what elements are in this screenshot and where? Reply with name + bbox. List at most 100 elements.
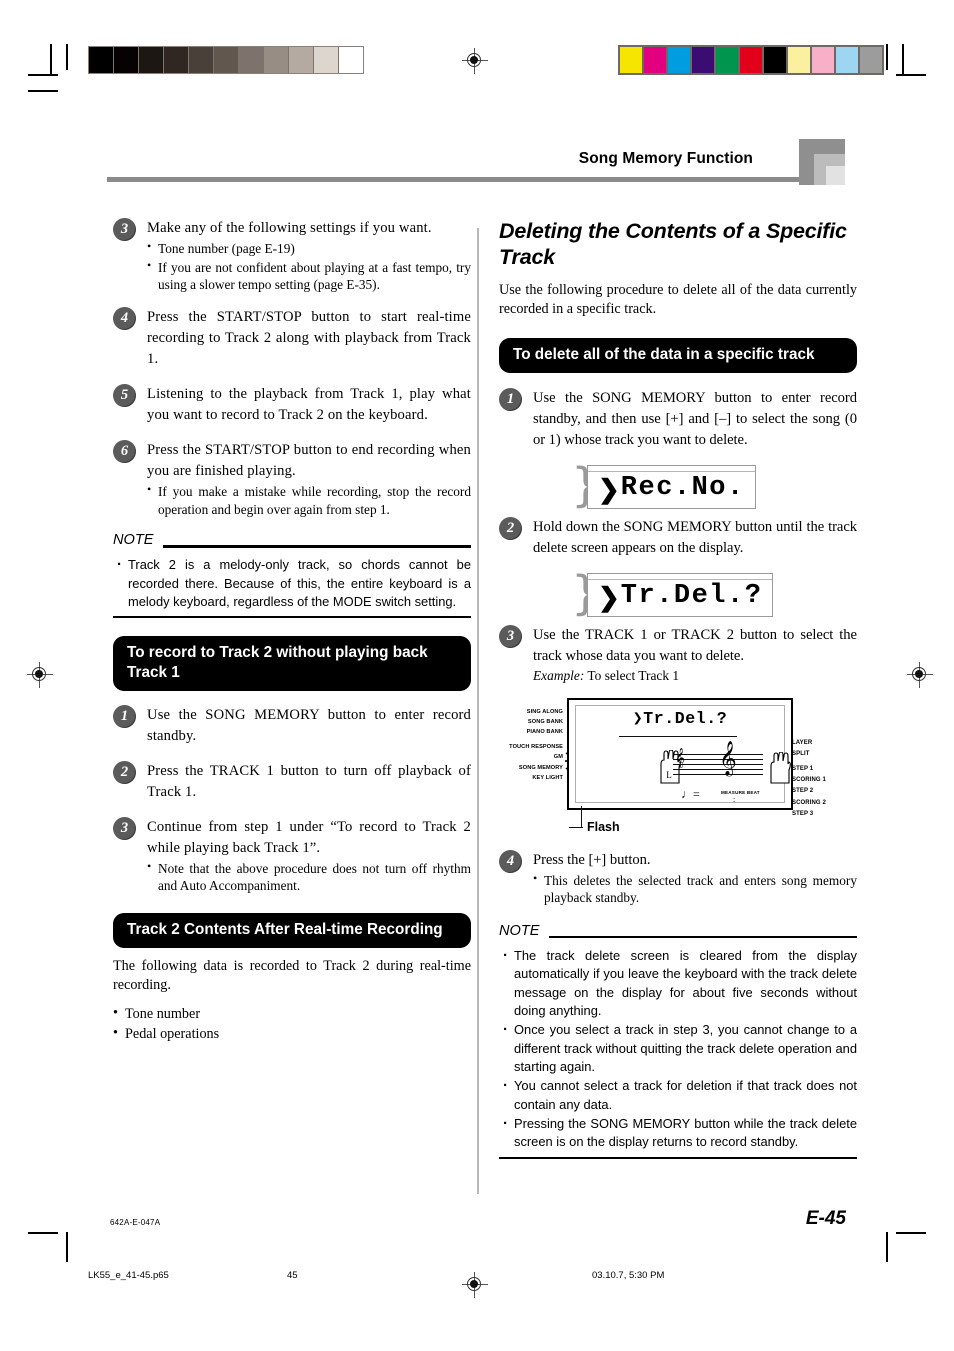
step-text: Use the SONG MEMORY button to enter reco… <box>147 706 471 744</box>
column-divider <box>477 228 479 1194</box>
color-swatch <box>860 47 882 73</box>
sub-item: If you are not confident about playing a… <box>147 258 471 294</box>
hand-label: L <box>666 770 672 780</box>
step-text: Hold down the SONG MEMORY button until t… <box>533 518 857 556</box>
gray-swatch <box>264 47 289 73</box>
gray-swatch <box>339 47 363 73</box>
step-sublist: Tone number (page E-19) If you are not c… <box>147 239 471 294</box>
color-swatch <box>716 47 738 73</box>
left-column: 3 Make any of the following settings if … <box>113 218 471 1045</box>
lcd-cursor-icon: ❯ <box>598 473 620 504</box>
step-text: Make any of the following settings if yo… <box>147 220 432 236</box>
section-intro: Use the following procedure to delete al… <box>499 281 857 318</box>
footer-page-number: E-45 <box>805 1208 846 1229</box>
panel-right-labels: LAYER SPLIT STEP 1 SCORING 1 STEP 2 SCOR… <box>792 738 852 821</box>
footer-file-name: LK55_e_41-45.p65 <box>88 1270 169 1281</box>
registration-mark-left <box>27 662 53 688</box>
step-number: 1 <box>499 387 522 411</box>
lcd-cursor-icon: ❯ <box>598 581 620 612</box>
panel-lcd-underline <box>619 735 737 738</box>
metronome-icon: ♩= <box>681 786 700 801</box>
note-header: NOTE <box>113 532 471 551</box>
note-header-line <box>549 936 857 939</box>
step-item: 2 Press the TRACK 1 button to turn off p… <box>113 760 471 803</box>
color-swatch <box>692 47 714 73</box>
registration-mark-bottom <box>462 1272 488 1298</box>
section-heading-track2-contents: Track 2 Contents After Real-time Recordi… <box>113 912 471 948</box>
header-rule <box>107 177 807 182</box>
page-title: Song Memory Function <box>578 150 753 167</box>
panel-label: SING ALONG <box>526 708 563 715</box>
right-hand-icon <box>770 751 791 784</box>
example-text: To select Track 1 <box>587 667 680 683</box>
panel-left-labels: SING ALONG SONG BANK PIANO BANK TOUCH RE… <box>499 707 563 783</box>
color-swatch <box>764 47 786 73</box>
gray-swatch <box>289 47 314 73</box>
sub-item: This deletes the selected track and ente… <box>533 871 857 907</box>
panel-label: SPLIT <box>792 751 810 758</box>
crop-mark-tr-h <box>896 74 926 76</box>
footer-doc-code: 642A-E-047A <box>110 1218 161 1227</box>
note-label: NOTE <box>499 923 544 940</box>
note-bottom-rule <box>113 616 471 619</box>
registration-mark-top <box>462 48 488 74</box>
lcd-panel: ❯ Rec.No. <box>587 464 756 509</box>
panel-label: STEP 2 <box>792 788 814 795</box>
bullet-item: Tone number <box>113 1004 471 1025</box>
section-title: Deleting the Contents of a Specific Trac… <box>499 219 847 270</box>
flash-leader-line <box>581 805 583 828</box>
gray-swatch <box>114 47 139 73</box>
step-number: 2 <box>113 760 136 784</box>
panel-label: LAYER <box>792 739 813 746</box>
contents-bullet-list: Tone number Pedal operations <box>113 1004 471 1045</box>
note-bottom-rule <box>499 1156 857 1159</box>
step-number: 3 <box>113 816 136 840</box>
crop-mark-tl-v <box>50 44 52 74</box>
panel-label: STEP 3 <box>792 811 814 818</box>
page-header: Song Memory Function <box>107 150 845 168</box>
beat-indicator: : <box>733 794 736 804</box>
crop-mark-tl-h <box>28 74 58 76</box>
gray-swatch <box>214 47 239 73</box>
section-heading-record-track2: To record to Track 2 without playing bac… <box>113 636 471 691</box>
panel-label: PIANO BANK <box>526 729 563 736</box>
sub-item: If you make a mistake while recording, s… <box>147 482 471 518</box>
gray-swatch <box>164 47 189 73</box>
note-block: NOTE Track 2 is a melody-only track, so … <box>113 532 471 619</box>
crop-mark-tr-v2 <box>886 44 888 70</box>
color-swatch <box>740 47 762 73</box>
step-text: Press the START/STOP button to end recor… <box>147 442 471 480</box>
step-number: 4 <box>113 307 136 331</box>
section-heading-delete-track: To delete all of the data in a specific … <box>499 338 857 373</box>
color-calibration-bar <box>618 45 884 75</box>
sub-item: Note that the above procedure does not t… <box>147 859 471 895</box>
grayscale-calibration-bar <box>88 46 364 74</box>
step-text: Press the TRACK 1 button to turn off pla… <box>147 762 471 800</box>
step-text: Continue from step 1 under “To record to… <box>147 818 471 856</box>
lcd-panel: ❯ Tr.Del.? <box>587 572 774 617</box>
step-item: 6 Press the START/STOP button to end rec… <box>113 440 471 518</box>
example-label: Example: <box>533 667 585 683</box>
step-text: Press the START/STOP button to start rea… <box>147 309 471 368</box>
step-sublist: This deletes the selected track and ente… <box>533 871 857 907</box>
lcd-text: Rec.No. <box>620 472 745 503</box>
footer-sheet-number: 45 <box>287 1270 298 1281</box>
registration-mark-right <box>907 662 933 688</box>
crop-mark-br-v <box>886 1232 888 1262</box>
crop-mark-bl-h <box>28 1232 58 1234</box>
step-number: 2 <box>499 516 522 540</box>
flash-label: Flash <box>587 819 620 834</box>
crop-mark-tl-h2 <box>28 90 58 92</box>
note-item: Once you select a track in step 3, you c… <box>499 1019 857 1076</box>
step-item: 4 Press the [+] button. This deletes the… <box>499 849 857 907</box>
body-paragraph: The following data is recorded to Track … <box>113 957 471 993</box>
gray-swatch <box>239 47 264 73</box>
crop-mark-br-h <box>896 1232 926 1234</box>
note-label: NOTE <box>113 532 158 549</box>
panel-label: SONG BANK <box>527 719 563 726</box>
lcd-text: Tr.Del.? <box>620 580 763 611</box>
note-item: Pressing the SONG MEMORY button while th… <box>499 1113 857 1152</box>
gray-swatch <box>189 47 214 73</box>
step-number: 4 <box>499 849 522 873</box>
step-text: Listening to the playback from Track 1, … <box>147 386 471 424</box>
